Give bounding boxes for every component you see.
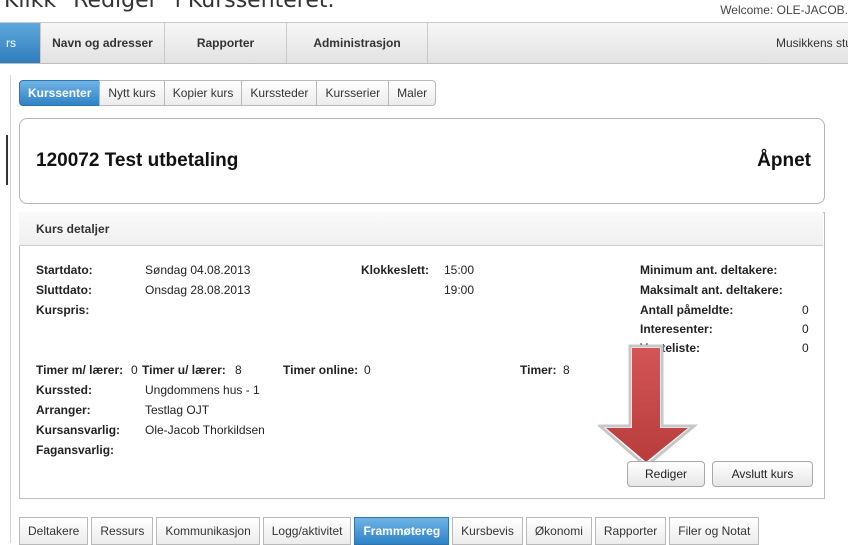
tab-kopier-kurs[interactable]: Kopier kurs xyxy=(163,80,243,106)
timer-value: 8 xyxy=(563,363,570,377)
tab-logg-aktivitet[interactable]: Logg/aktivitet xyxy=(262,517,352,545)
arranger-label: Arranger: xyxy=(36,403,91,417)
course-detail-tabs: Deltakere Ressurs Kommunikasjon Logg/akt… xyxy=(19,517,762,545)
tab-frammotereg[interactable]: Frammøtereg xyxy=(354,517,450,545)
interesenter-value: 0 xyxy=(802,322,809,336)
fagansvarlig-label: Fagansvarlig: xyxy=(36,443,115,457)
kursansvarlig-label: Kursansvarlig: xyxy=(36,423,121,437)
timer-m-laerer-label: Timer m/ lærer: xyxy=(36,363,124,377)
tab-kurssteder[interactable]: Kurssteder xyxy=(241,80,318,106)
kursansvarlig-value: Ole-Jacob Thorkildsen xyxy=(145,423,265,437)
startdato-value: Søndag 04.08.2013 xyxy=(145,263,251,277)
timer-u-laerer-value: 8 xyxy=(235,363,242,377)
course-details-header xyxy=(19,212,823,246)
nav-item-navn-og-adresser[interactable]: Navn og adresser xyxy=(40,23,164,63)
tab-nytt-kurs[interactable]: Nytt kurs xyxy=(99,80,165,106)
tab-okonomi[interactable]: Økonomi xyxy=(525,517,592,545)
timer-m-laerer-value: 0 xyxy=(131,363,138,377)
close-course-button[interactable]: Avslutt kurs xyxy=(712,461,813,487)
kurspris-label: Kurspris: xyxy=(36,303,90,317)
tab-kurssenter[interactable]: Kurssenter xyxy=(19,80,101,106)
top-navigation: rs Navn og adresser Rapporter Administra… xyxy=(0,22,848,64)
nav-item-administrasjon[interactable]: Administrasjon xyxy=(286,23,428,63)
course-details-heading: Kurs detaljer xyxy=(36,222,110,236)
sluttdato-value: Onsdag 28.08.2013 xyxy=(145,283,251,297)
tab-maler[interactable]: Maler xyxy=(388,80,437,106)
timer-label: Timer: xyxy=(520,363,557,377)
tab-rapporter[interactable]: Rapporter xyxy=(594,517,667,545)
pameldte-label: Antall påmeldte: xyxy=(640,303,734,317)
timer-online-label: Timer online: xyxy=(283,363,359,377)
tab-ressurs[interactable]: Ressurs xyxy=(91,517,154,545)
startdato-label: Startdato: xyxy=(36,263,93,277)
left-sidebar-marker xyxy=(6,135,8,185)
sluttdato-label: Sluttdato: xyxy=(36,283,92,297)
klokkeslett-start: 15:00 xyxy=(444,263,475,277)
course-tabs: Kurssenter Nytt kurs Kopier kurs Kursste… xyxy=(19,80,437,106)
tab-deltakere[interactable]: Deltakere xyxy=(19,517,89,545)
kurssted-label: Kurssted: xyxy=(36,383,93,397)
course-title: 120072 Test utbetaling xyxy=(36,150,239,171)
tab-kursserier[interactable]: Kursserier xyxy=(316,80,390,106)
tab-kursbevis[interactable]: Kursbevis xyxy=(452,517,523,545)
interesenter-label: Interesenter: xyxy=(640,322,713,336)
min-deltakere-label: Minimum ant. deltakere: xyxy=(640,263,778,277)
arranger-value: Testlag OJT xyxy=(145,403,210,417)
klokkeslett-end: 19:00 xyxy=(444,283,475,297)
timer-online-value: 0 xyxy=(364,363,371,377)
instruction-caption: Klikk "Rediger" i Kurssenteret. xyxy=(4,0,335,13)
tab-filer-og-notat[interactable]: Filer og Notat xyxy=(669,517,760,545)
organization-name: Musikkens studiefo xyxy=(775,36,848,50)
edit-button[interactable]: Rediger xyxy=(627,461,705,487)
nav-item-active[interactable]: rs xyxy=(0,23,40,63)
welcome-text: Welcome: OLE-JACOB. xyxy=(720,3,848,17)
course-status: Åpnet xyxy=(757,150,811,171)
venteliste-value: 0 xyxy=(802,341,809,355)
max-deltakere-label: Maksimalt ant. deltakere: xyxy=(640,283,783,297)
tab-kommunikasjon[interactable]: Kommunikasjon xyxy=(156,517,260,545)
klokkeslett-label: Klokkeslett: xyxy=(361,263,430,277)
timer-u-laerer-label: Timer u/ lærer: xyxy=(142,363,226,377)
arrow-down-icon xyxy=(598,344,698,468)
kurssted-value: Ungdommens hus - 1 xyxy=(145,383,260,397)
nav-item-active-label: rs xyxy=(6,36,16,50)
course-details-panel xyxy=(19,212,825,499)
pameldte-value: 0 xyxy=(802,303,809,317)
nav-item-rapporter[interactable]: Rapporter xyxy=(164,23,286,63)
